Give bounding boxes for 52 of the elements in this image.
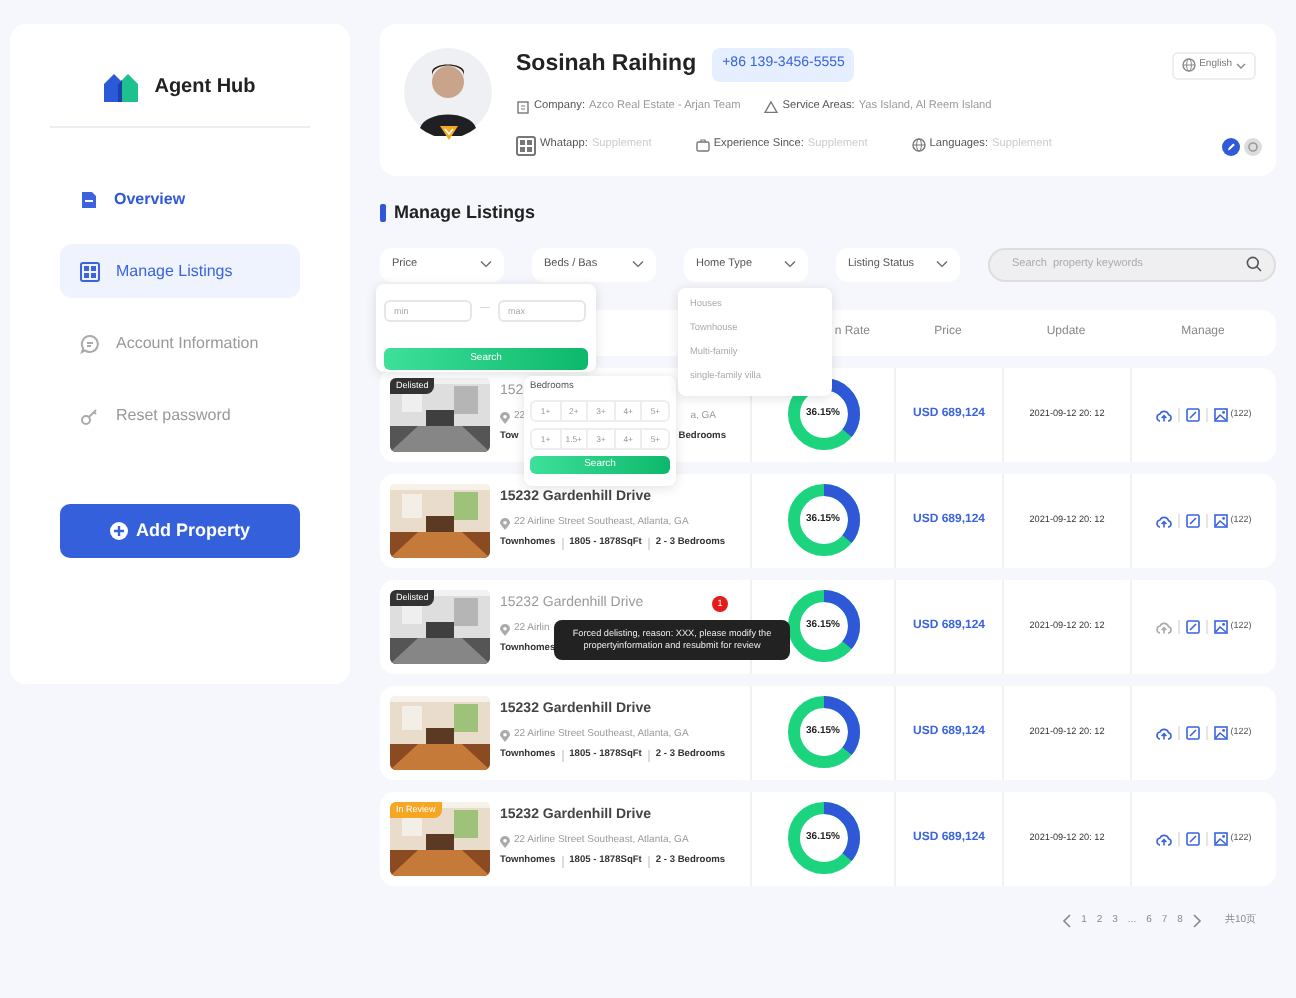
donut-chart <box>785 482 861 558</box>
app-logo-text: Agent Hub <box>154 74 256 102</box>
image-icon[interactable] <box>1214 725 1229 739</box>
edit-icon[interactable] <box>1186 725 1201 739</box>
chat-icon <box>80 333 100 353</box>
caret-icon <box>1236 61 1246 70</box>
caret-icon <box>784 260 796 268</box>
upload-icon[interactable] <box>1156 513 1173 527</box>
search-icon <box>1246 256 1262 272</box>
section-title: Manage Listings <box>394 200 536 226</box>
donut-chart <box>785 800 861 876</box>
plus-icon <box>109 522 128 540</box>
globe-icon <box>911 138 926 153</box>
edit-icon[interactable] <box>1186 407 1201 421</box>
caret-icon <box>480 260 492 268</box>
sidebar-item[interactable]: Reset password <box>60 388 300 442</box>
badge-icon <box>440 124 458 142</box>
upload-icon[interactable] <box>1156 831 1173 845</box>
caret-icon <box>936 260 948 268</box>
add-property-button[interactable]: Add Property <box>60 504 300 558</box>
sidebar-item[interactable]: Account Information <box>60 316 300 370</box>
edit-icon[interactable] <box>1186 513 1201 527</box>
location-icon <box>500 623 510 636</box>
sidebar-item[interactable]: Overview <box>60 172 300 226</box>
globe-icon <box>1181 58 1196 73</box>
image-icon[interactable] <box>1214 831 1229 845</box>
sidebar-item[interactable]: Manage Listings <box>60 244 300 298</box>
location-icon <box>500 729 510 742</box>
location-icon <box>500 835 510 848</box>
location-icon <box>500 517 510 530</box>
image-icon[interactable] <box>1214 407 1229 421</box>
image-icon[interactable] <box>1214 513 1229 527</box>
grid-icon <box>80 261 100 281</box>
building-icon <box>516 99 530 114</box>
prev-icon[interactable] <box>1061 913 1072 928</box>
key-icon <box>80 405 100 425</box>
document-icon <box>80 189 98 209</box>
caret-icon <box>632 260 644 268</box>
grid-icon <box>516 135 536 156</box>
upload-icon[interactable] <box>1156 407 1173 421</box>
agent-name: Sosinah Raihing <box>516 50 697 80</box>
avatar-silhouette <box>404 48 492 136</box>
location-icon <box>500 411 510 424</box>
image-icon[interactable] <box>1214 619 1229 633</box>
triangle-icon <box>764 99 779 114</box>
donut-chart <box>785 694 861 770</box>
briefcase-icon <box>695 138 710 153</box>
edit-icon[interactable] <box>1186 619 1201 633</box>
upload-icon[interactable] <box>1156 725 1173 739</box>
edit-icon <box>1222 138 1240 156</box>
edit-icon[interactable] <box>1186 831 1201 845</box>
next-icon[interactable] <box>1192 913 1203 928</box>
